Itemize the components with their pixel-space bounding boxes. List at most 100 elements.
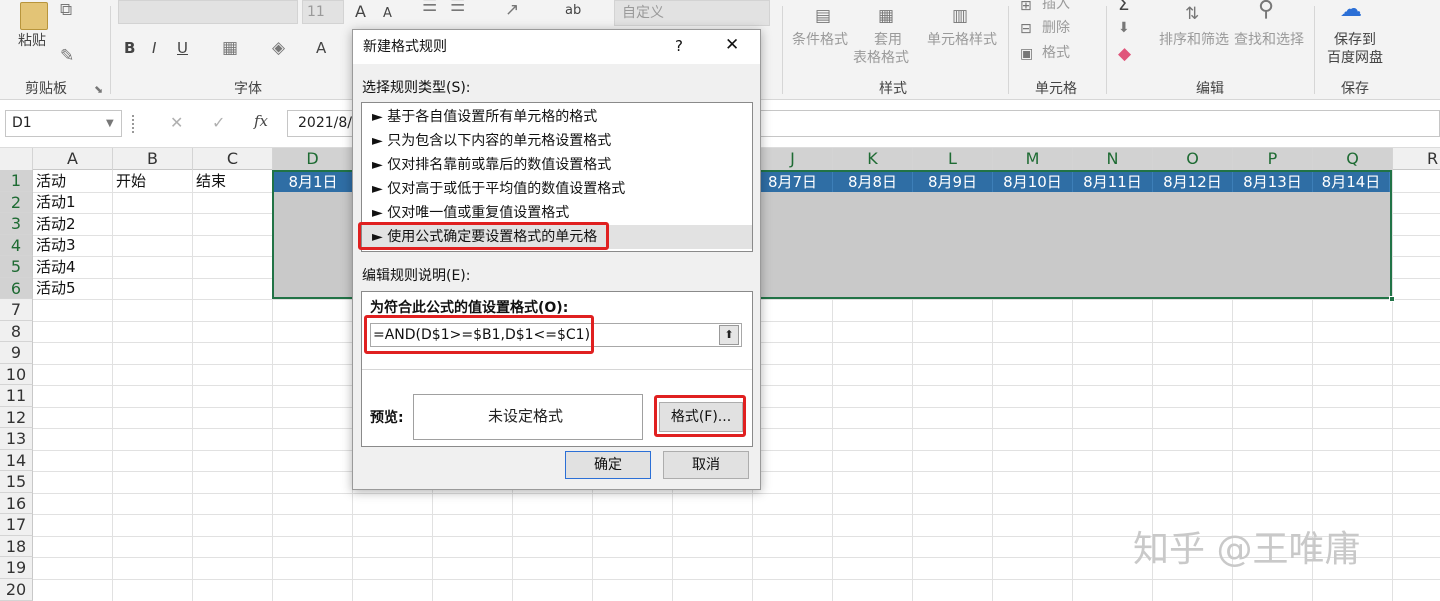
- cell-b1[interactable]: 开始: [116, 171, 146, 192]
- insert-cells-button[interactable]: 插入: [1042, 0, 1070, 13]
- dialog-launcher-icon[interactable]: ⬊: [94, 80, 103, 100]
- row-header-16[interactable]: 16: [0, 493, 33, 514]
- paste-icon[interactable]: [20, 2, 48, 30]
- dialog-title-bar[interactable]: 新建格式规则 ? ✕: [353, 30, 760, 64]
- align-middle-icon[interactable]: ☰: [450, 0, 465, 16]
- row-header-6[interactable]: 6: [0, 278, 33, 299]
- cell-o1[interactable]: 8月12日: [1153, 172, 1233, 192]
- cell-a5[interactable]: 活动4: [36, 257, 76, 278]
- find-select-icon[interactable]: ⚲: [1258, 0, 1274, 21]
- row-header-4[interactable]: 4: [0, 235, 33, 256]
- column-header-c[interactable]: C: [193, 148, 273, 170]
- row-header-13[interactable]: 13: [0, 428, 33, 450]
- row-header-15[interactable]: 15: [0, 471, 33, 493]
- collapse-dialog-button[interactable]: ⬆: [719, 325, 739, 345]
- select-all-corner[interactable]: [0, 148, 33, 170]
- rule-type-item[interactable]: ► 基于各自值设置所有单元格的格式: [372, 105, 597, 129]
- cell-n1[interactable]: 8月11日: [1073, 172, 1153, 192]
- underline-button[interactable]: U: [177, 40, 188, 57]
- cell-d1[interactable]: 8月1日: [274, 172, 353, 192]
- conditional-format-icon[interactable]: ▤: [815, 6, 831, 26]
- cell-j1[interactable]: 8月7日: [753, 172, 833, 192]
- format-as-table-icon[interactable]: ▦: [878, 6, 894, 26]
- cell-q1[interactable]: 8月14日: [1313, 172, 1390, 192]
- paste-button[interactable]: 粘贴: [18, 33, 46, 50]
- find-select-button[interactable]: 查找和选择: [1234, 32, 1304, 49]
- cell-a3[interactable]: 活动2: [36, 214, 76, 235]
- font-color-button[interactable]: A: [316, 40, 326, 57]
- fill-handle[interactable]: [1389, 296, 1395, 302]
- column-header-p[interactable]: P: [1233, 148, 1313, 170]
- bold-button[interactable]: B: [124, 40, 135, 57]
- column-header-q[interactable]: Q: [1313, 148, 1393, 170]
- cell-m1[interactable]: 8月10日: [993, 172, 1073, 192]
- ok-button[interactable]: 确定: [565, 451, 651, 479]
- row-header-11[interactable]: 11: [0, 385, 33, 407]
- delete-cells-icon[interactable]: ⊟: [1020, 19, 1032, 39]
- row-header-2[interactable]: 2: [0, 192, 33, 213]
- cell-a1[interactable]: 活动: [36, 171, 66, 192]
- format-as-table-line2[interactable]: 表格格式: [853, 50, 909, 67]
- cancel-formula-button[interactable]: ✕: [170, 114, 183, 131]
- row-header-8[interactable]: 8: [0, 321, 33, 342]
- row-header-7[interactable]: 7: [0, 299, 33, 321]
- row-header-20[interactable]: 20: [0, 579, 33, 601]
- column-header-j[interactable]: J: [753, 148, 833, 170]
- cell-c1[interactable]: 结束: [196, 171, 226, 192]
- column-header-d[interactable]: D: [273, 148, 353, 170]
- fill-color-icon[interactable]: ◈: [272, 38, 285, 58]
- orientation-icon[interactable]: ↗: [505, 0, 519, 20]
- font-name-select[interactable]: [118, 0, 298, 24]
- column-header-a[interactable]: A: [33, 148, 113, 170]
- insert-function-button[interactable]: fx: [254, 113, 268, 130]
- column-header-k[interactable]: K: [833, 148, 913, 170]
- conditional-format-button[interactable]: 条件格式: [792, 32, 848, 49]
- confirm-formula-button[interactable]: ✓: [212, 114, 225, 131]
- sort-filter-button[interactable]: 排序和筛选: [1159, 32, 1229, 49]
- cell-a2[interactable]: 活动1: [36, 192, 76, 213]
- cell-styles-icon[interactable]: ▥: [952, 6, 968, 26]
- align-top-icon[interactable]: ☰: [422, 0, 437, 16]
- sort-filter-icon[interactable]: ⇅: [1185, 4, 1199, 24]
- autosum-button[interactable]: Σ: [1118, 0, 1129, 14]
- fill-icon[interactable]: ⬇: [1118, 18, 1130, 38]
- row-header-9[interactable]: 9: [0, 342, 33, 364]
- format-cells-icon[interactable]: ▣: [1020, 44, 1033, 64]
- column-header-n[interactable]: N: [1073, 148, 1153, 170]
- help-button[interactable]: ?: [675, 38, 683, 55]
- close-icon[interactable]: ✕: [725, 37, 739, 54]
- border-icon[interactable]: ▦: [222, 38, 238, 58]
- row-header-14[interactable]: 14: [0, 450, 33, 471]
- row-header-19[interactable]: 19: [0, 557, 33, 579]
- cell-l1[interactable]: 8月9日: [913, 172, 993, 192]
- column-header-r[interactable]: R: [1393, 148, 1440, 170]
- format-cells-button[interactable]: 格式: [1042, 45, 1070, 62]
- row-header-5[interactable]: 5: [0, 256, 33, 278]
- grow-font-button[interactable]: A: [355, 3, 366, 20]
- cell-a6[interactable]: 活动5: [36, 278, 76, 299]
- rule-type-item[interactable]: ► 仅对高于或低于平均值的数值设置格式: [372, 177, 625, 201]
- cancel-button[interactable]: 取消: [663, 451, 749, 479]
- cell-a4[interactable]: 活动3: [36, 235, 76, 256]
- rule-type-item[interactable]: ► 只为包含以下内容的单元格设置格式: [372, 129, 611, 153]
- baidu-cloud-icon[interactable]: ☁: [1340, 0, 1362, 21]
- copy-icon[interactable]: ⧉: [60, 0, 72, 20]
- delete-cells-button[interactable]: 删除: [1042, 20, 1070, 37]
- wrap-text-button[interactable]: ab: [565, 2, 581, 19]
- column-header-l[interactable]: L: [913, 148, 993, 170]
- cell-k1[interactable]: 8月8日: [833, 172, 913, 192]
- row-header-18[interactable]: 18: [0, 536, 33, 557]
- column-header-m[interactable]: M: [993, 148, 1073, 170]
- format-as-table-line1[interactable]: 套用: [874, 32, 902, 49]
- chevron-down-icon[interactable]: ▼: [106, 114, 114, 134]
- save-to-cloud-line2[interactable]: 百度网盘: [1327, 50, 1383, 67]
- column-header-o[interactable]: O: [1153, 148, 1233, 170]
- italic-button[interactable]: I: [152, 40, 156, 57]
- column-header-b[interactable]: B: [113, 148, 193, 170]
- insert-cells-icon[interactable]: ⊞: [1020, 0, 1032, 16]
- cell-styles-button[interactable]: 单元格样式: [927, 32, 997, 49]
- row-header-10[interactable]: 10: [0, 364, 33, 385]
- clear-icon[interactable]: ◆: [1118, 44, 1131, 64]
- row-header-3[interactable]: 3: [0, 213, 33, 235]
- save-to-cloud-line1[interactable]: 保存到: [1334, 32, 1376, 49]
